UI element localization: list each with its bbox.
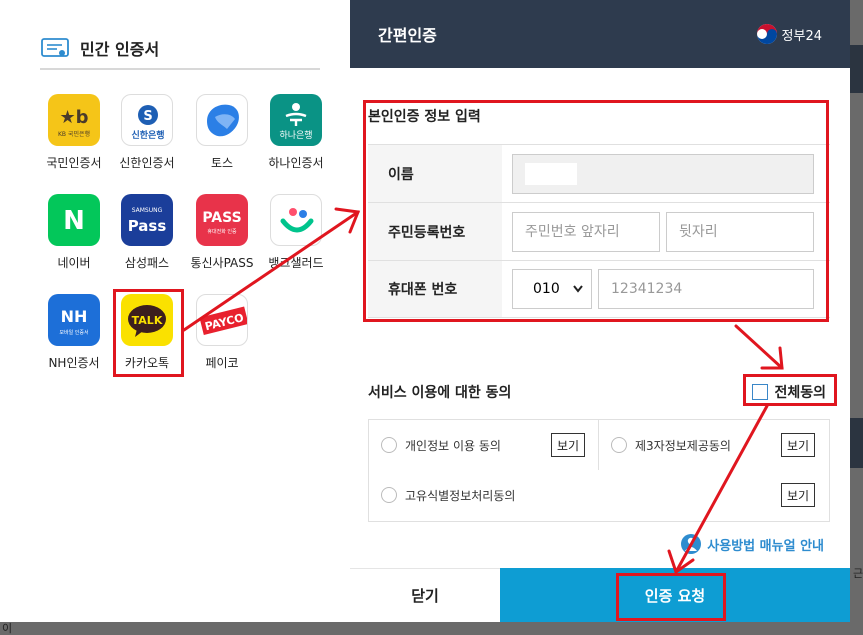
consent-item-label: 제3자정보제공동의 — [635, 438, 731, 453]
kakaotalk-logo-text: TALK — [132, 314, 163, 327]
app-label: 네이버 — [57, 256, 91, 270]
radio-icon — [381, 437, 397, 453]
app-tile-banksalad[interactable]: 뱅크샐러드 — [257, 194, 335, 271]
naver-logo-text: N — [63, 206, 85, 236]
payco-icon: PAYCO — [196, 294, 248, 346]
consent-section: 서비스 이용에 대한 동의 전체동의 개인정보 이용 동의 보기 제3자정보제공… — [368, 374, 830, 522]
banksalad-icon — [270, 194, 322, 246]
app-tile-kakaotalk[interactable]: TALK 카카오톡 — [108, 294, 186, 371]
svg-text:휴대전화 인증: 휴대전화 인증 — [207, 228, 237, 235]
app-label: 뱅크샐러드 — [268, 256, 324, 270]
radio-icon — [381, 487, 397, 503]
kb-bank-icon: ★b KB 국민은행 — [48, 94, 100, 146]
hana-logo-text: 하나은행 — [279, 129, 312, 141]
checkbox-icon — [752, 384, 769, 400]
identity-section-title: 본인인증 정보 입력 — [368, 109, 481, 125]
gov24-logo: 정부24 — [756, 23, 822, 45]
nh-bank-icon: NH 모바일 인증서 — [48, 294, 100, 346]
toss-icon — [196, 94, 248, 146]
app-label: 카카오톡 — [124, 356, 170, 370]
simple-auth-panel: 간편인증 정부24 본인인증 정보 입력 이름 주민등록번호 주민번호 앞자리 … — [350, 0, 850, 622]
rrn-front-input[interactable] — [512, 211, 660, 252]
consent-item-label: 고유식별정보처리동의 — [405, 488, 516, 503]
nh-logo-text: NH — [61, 307, 88, 326]
svg-text:Pass: Pass — [128, 217, 167, 235]
app-tile-kb[interactable]: ★b KB 국민은행 국민인증서 — [35, 94, 113, 171]
rrn-label: 주민등록번호 — [368, 203, 502, 260]
private-cert-panel: 민간 인증서 ★b KB 국민은행 국민인증서 S 신한은행 신한인증서 토스 … — [0, 0, 350, 622]
gov24-logo-text: 정부24 — [781, 28, 822, 44]
phone-row: 휴대폰 번호 010 — [368, 260, 830, 318]
manual-guide-link[interactable]: 사용방법 매뉴얼 안내 — [681, 534, 824, 554]
pass-logo-text: PASS — [202, 210, 241, 226]
name-redaction — [525, 162, 577, 185]
samsung-pass-icon: SAMSUNG Pass — [121, 194, 173, 246]
agree-all-checkbox[interactable]: 전체동의 — [752, 382, 826, 402]
app-label: 토스 — [210, 156, 234, 170]
app-tile-hana[interactable]: 하나은행 하나인증서 — [257, 94, 335, 171]
private-cert-title: 민간 인증서 — [80, 40, 160, 59]
app-label: 국민인증서 — [46, 156, 102, 170]
auth-request-button[interactable]: 인증 요청 — [500, 568, 850, 622]
naver-icon: N — [48, 194, 100, 246]
certificate-icon — [41, 38, 69, 57]
consent-item-unique-id[interactable]: 고유식별정보처리동의 — [369, 470, 829, 520]
app-label: 통신사PASS — [190, 256, 254, 270]
rrn-back-input[interactable] — [666, 211, 814, 252]
simple-auth-title: 간편인증 — [378, 26, 437, 45]
app-tile-nh[interactable]: NH 모바일 인증서 NH인증서 — [35, 294, 113, 371]
kakaotalk-icon: TALK — [121, 294, 173, 346]
taegeuk-icon — [756, 24, 777, 44]
chevron-down-icon — [573, 285, 583, 293]
modal-footer: 닫기 인증 요청 — [350, 568, 850, 622]
rrn-row: 주민등록번호 — [368, 202, 830, 260]
app-label: 삼성패스 — [124, 256, 170, 270]
name-label: 이름 — [368, 145, 502, 202]
user-guide-icon — [681, 534, 702, 554]
svg-text:S: S — [143, 109, 152, 124]
name-row: 이름 — [368, 144, 830, 202]
phone-prefix-value: 010 — [533, 281, 560, 297]
auth-modal: 민간 인증서 ★b KB 국민은행 국민인증서 S 신한은행 신한인증서 토스 … — [0, 0, 850, 622]
consent-list: 개인정보 이용 동의 보기 제3자정보제공동의 보기 고유식별정보처리동의 보기 — [368, 419, 830, 522]
backdrop-text-fragment: 이 — [2, 622, 13, 635]
simple-auth-header: 간편인증 정부24 — [350, 0, 850, 68]
name-field[interactable] — [512, 153, 814, 194]
kb-logo-text: KB 국민은행 — [58, 130, 90, 138]
app-tile-payco[interactable]: PAYCO 페이코 — [183, 294, 261, 371]
svg-text:SAMSUNG: SAMSUNG — [132, 207, 163, 214]
identity-input-section: 본인인증 정보 입력 이름 주민등록번호 휴대폰 번호 — [368, 102, 830, 318]
app-label: 신한인증서 — [119, 156, 175, 170]
phone-prefix-select[interactable]: 010 — [512, 269, 592, 309]
app-tile-pass[interactable]: PASS 휴대전화 인증 통신사PASS — [183, 194, 261, 271]
close-button[interactable]: 닫기 — [350, 568, 500, 622]
manual-guide-label: 사용방법 매뉴얼 안내 — [707, 538, 824, 554]
hana-bank-icon: 하나은행 — [270, 94, 322, 146]
view-unique-id-button[interactable]: 보기 — [781, 483, 815, 507]
app-tile-samsung-pass[interactable]: SAMSUNG Pass 삼성패스 — [108, 194, 186, 271]
app-tile-toss[interactable]: 토스 — [183, 94, 261, 171]
phone-number-input[interactable] — [598, 269, 814, 309]
agree-all-label: 전체동의 — [774, 385, 826, 401]
view-third-party-button[interactable]: 보기 — [781, 433, 815, 457]
view-privacy-button[interactable]: 보기 — [551, 433, 585, 457]
backdrop-text-fragment: 근 — [853, 567, 863, 580]
shinhan-bank-icon: S 신한은행 — [121, 94, 173, 146]
app-tile-shinhan[interactable]: S 신한은행 신한인증서 — [108, 94, 186, 171]
app-label: 페이코 — [205, 356, 239, 370]
app-label: NH인증서 — [48, 356, 100, 370]
radio-icon — [611, 437, 627, 453]
svg-text:모바일 인증서: 모바일 인증서 — [59, 329, 88, 336]
app-tile-naver[interactable]: N 네이버 — [35, 194, 113, 271]
svg-text:★b: ★b — [59, 107, 88, 128]
pass-icon: PASS 휴대전화 인증 — [196, 194, 248, 246]
phone-label: 휴대폰 번호 — [368, 261, 502, 317]
private-cert-header: 민간 인증서 — [40, 28, 320, 70]
consent-title: 서비스 이용에 대한 동의 — [368, 385, 512, 401]
shinhan-logo-text: 신한은행 — [131, 129, 164, 141]
app-label: 하나인증서 — [268, 156, 324, 170]
consent-item-label: 개인정보 이용 동의 — [405, 438, 501, 453]
